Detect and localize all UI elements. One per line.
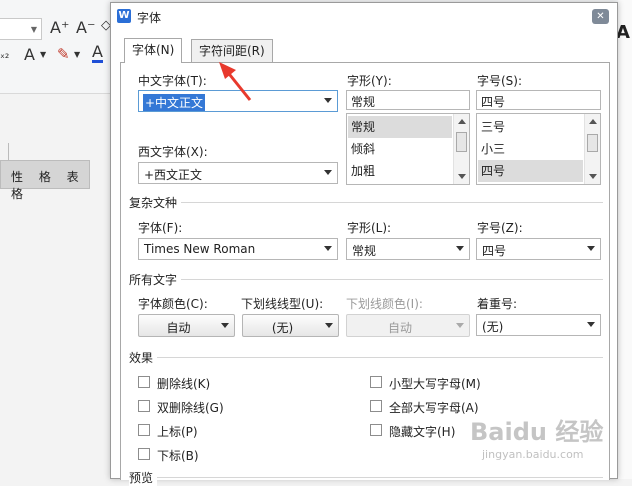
baidu-jingyan-watermark: Baidu 经验: [470, 418, 604, 446]
watermark-url: jingyan.baidu.com: [482, 448, 584, 461]
annotation-arrow-icon: [219, 62, 252, 101]
annotation-arrow-head: [219, 62, 236, 79]
tab-font[interactable]: 字体(N): [124, 38, 183, 63]
